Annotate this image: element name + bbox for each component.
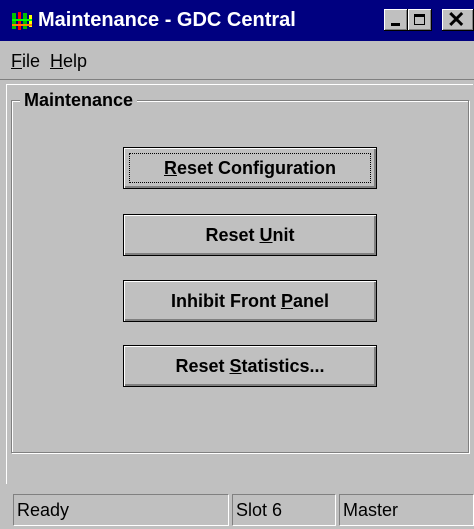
menu-help[interactable]: Help — [50, 50, 87, 72]
menu-file-label: ile — [22, 51, 41, 71]
window-title: Maintenance - GDC Central — [38, 9, 296, 31]
menu-help-label: elp — [63, 51, 88, 71]
menu-help-accel: H — [50, 51, 63, 71]
reset-statistics-accel: S — [229, 356, 242, 376]
reset-unit-label-end: nit — [272, 225, 295, 245]
maximize-button[interactable] — [408, 9, 432, 31]
reset-configuration-accel: R — [163, 158, 177, 178]
maximize-icon — [414, 14, 425, 25]
maintenance-window: Maintenance - GDC Central ✕ File Help Ma… — [0, 0, 474, 529]
minimize-icon — [391, 23, 400, 26]
inhibit-front-panel-accel: P — [280, 291, 293, 311]
reset-configuration-label: eset Configuration — [176, 158, 336, 178]
title-bar[interactable]: Maintenance - GDC Central ✕ — [0, 0, 474, 41]
reset-unit-label-start: Reset — [205, 225, 260, 245]
gdc-app-icon[interactable] — [10, 10, 34, 32]
reset-statistics-label-end: tatistics... — [241, 356, 325, 376]
status-bar: Ready Slot 6 Master — [0, 491, 474, 529]
minimize-button[interactable] — [384, 9, 408, 31]
reset-statistics-label-start: Reset — [175, 356, 230, 376]
reset-unit-accel: U — [259, 225, 273, 245]
status-role-pane: Master — [339, 494, 474, 526]
reset-unit-button[interactable]: Reset Unit — [123, 214, 377, 256]
status-ready-pane: Ready — [13, 494, 229, 526]
inhibit-front-panel-label-start: Inhibit Front — [170, 291, 281, 311]
inhibit-front-panel-button[interactable]: Inhibit Front Panel — [123, 280, 377, 322]
menu-file-accel: F — [11, 51, 22, 71]
menu-bar: File Help — [0, 41, 474, 80]
close-button[interactable]: ✕ — [442, 7, 474, 32]
inhibit-front-panel-label-end: anel — [292, 291, 329, 311]
close-icon: ✕ — [447, 7, 466, 32]
reset-statistics-button[interactable]: Reset Statistics... — [123, 345, 377, 387]
reset-configuration-button[interactable]: Reset Configuration — [123, 147, 377, 189]
groupbox-label: Maintenance — [20, 89, 138, 111]
status-slot-pane: Slot 6 — [232, 494, 336, 526]
menu-file[interactable]: File — [11, 50, 40, 72]
